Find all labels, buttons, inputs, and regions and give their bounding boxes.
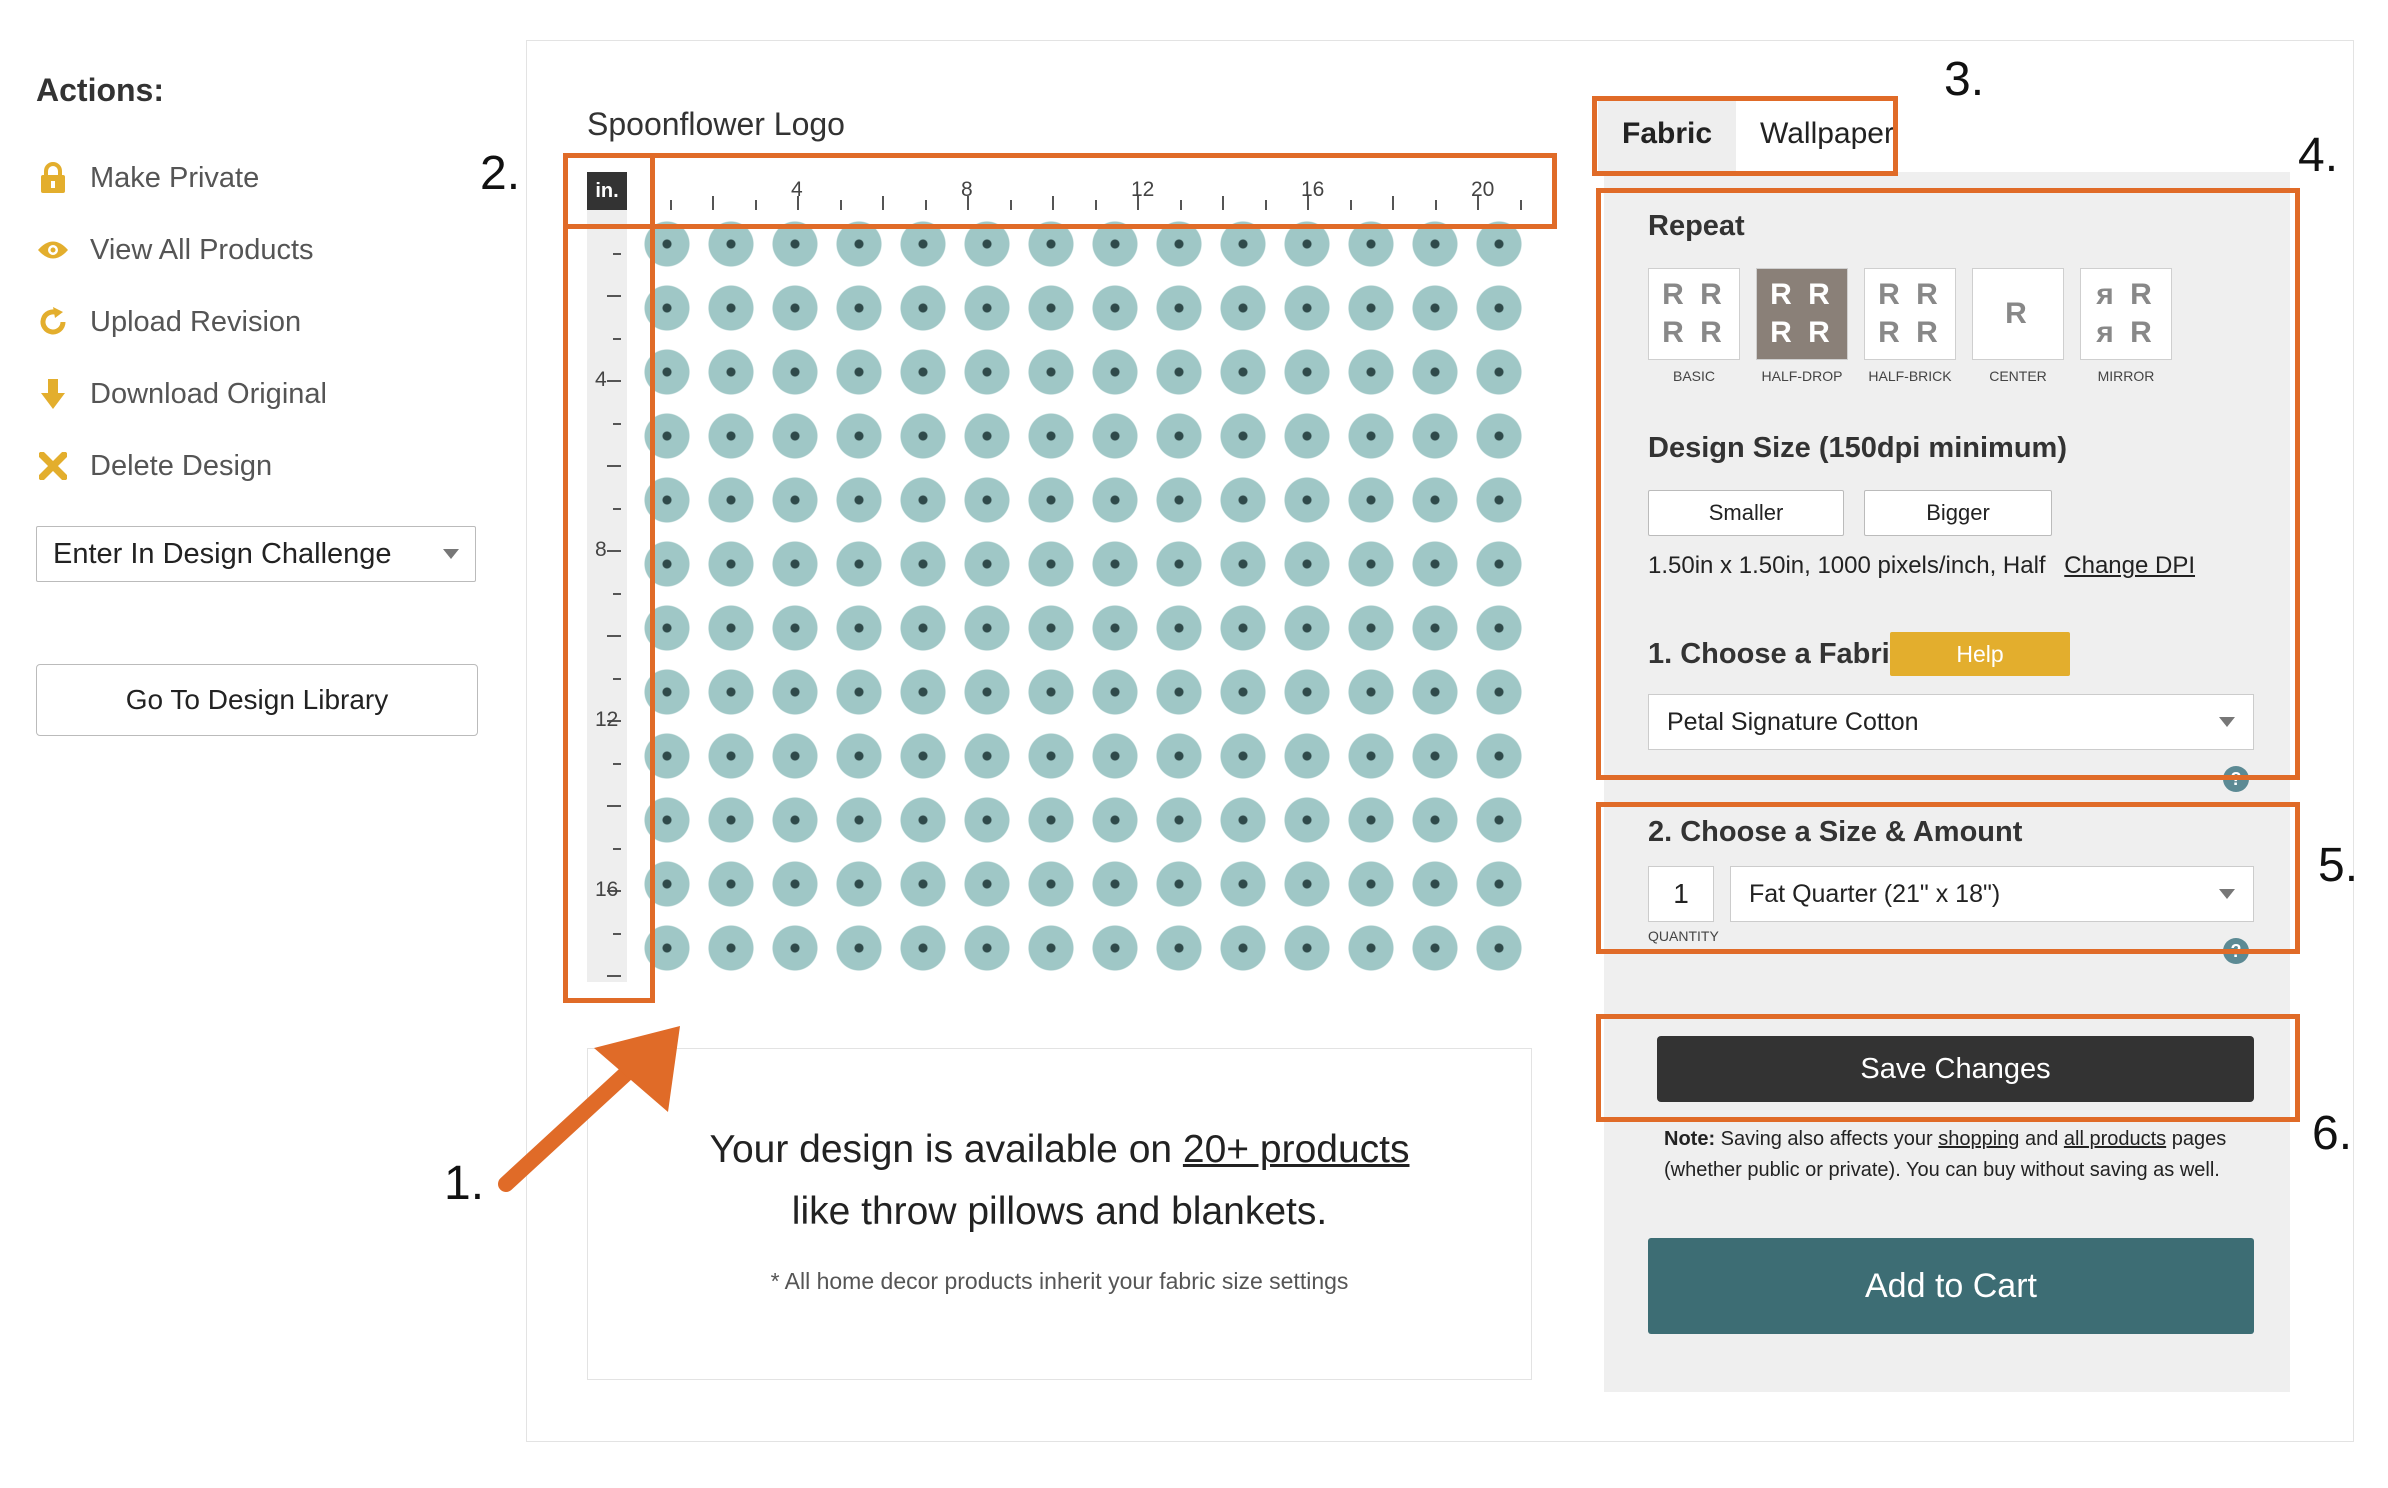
highlight-box-vertical-ruler xyxy=(563,153,655,1003)
delete-design-action[interactable]: Delete Design xyxy=(36,444,272,488)
make-private-label: Make Private xyxy=(90,161,260,194)
promo-line-2: like throw pillows and blankets. xyxy=(791,1190,1328,1233)
annotation-number-5: 5. xyxy=(2318,839,2359,892)
design-title: Spoonflower Logo xyxy=(587,106,845,142)
shopping-link[interactable]: shopping xyxy=(1938,1128,2019,1150)
save-note: Note: Saving also affects your shopping … xyxy=(1664,1124,2284,1186)
eye-icon xyxy=(36,233,70,267)
products-link[interactable]: 20+ products xyxy=(1183,1128,1410,1171)
annotation-number-3: 3. xyxy=(1944,53,1985,106)
annotation-number-6: 6. xyxy=(2312,1107,2353,1160)
chevron-down-icon xyxy=(443,549,459,559)
refresh-icon xyxy=(36,305,70,339)
design-preview xyxy=(627,210,1527,982)
all-products-link[interactable]: all products xyxy=(2064,1128,2166,1150)
view-all-products-action[interactable]: View All Products xyxy=(36,228,314,272)
design-challenge-select[interactable]: Enter In Design Challenge xyxy=(36,526,476,582)
highlight-box-horizontal-ruler xyxy=(563,153,1557,229)
delete-design-label: Delete Design xyxy=(90,449,273,482)
annotation-number-1: 1. xyxy=(444,1157,485,1210)
promo-line-1: Your design is available on 20+ products xyxy=(587,1128,1532,1172)
download-original-label: Download Original xyxy=(90,377,327,410)
note-text-1: Saving also affects your xyxy=(1715,1128,1939,1150)
promo-prefix: Your design is available on xyxy=(709,1128,1183,1171)
actions-title: Actions: xyxy=(36,72,164,108)
download-original-action[interactable]: Download Original xyxy=(36,372,327,416)
annotation-number-4: 4. xyxy=(2298,129,2339,182)
highlight-box-tabs xyxy=(1592,96,1898,176)
promo-note: * All home decor products inherit your f… xyxy=(770,1268,1349,1294)
design-challenge-value: Enter In Design Challenge xyxy=(53,537,392,570)
annotation-arrow-icon xyxy=(498,1026,680,1192)
highlight-box-save xyxy=(1596,1014,2300,1122)
download-arrow-icon xyxy=(36,377,70,411)
annotation-number-2: 2. xyxy=(480,147,521,200)
highlight-box-config xyxy=(1596,188,2300,780)
lock-icon xyxy=(36,161,70,195)
go-to-design-library-button[interactable]: Go To Design Library xyxy=(36,664,478,736)
add-to-cart-button[interactable]: Add to Cart xyxy=(1648,1238,2254,1334)
view-all-products-label: View All Products xyxy=(90,233,314,266)
upload-revision-action[interactable]: Upload Revision xyxy=(36,300,301,344)
highlight-box-size-amount xyxy=(1596,802,2300,954)
note-text-2: and xyxy=(2019,1128,2064,1150)
x-icon xyxy=(36,449,70,483)
upload-revision-label: Upload Revision xyxy=(90,305,302,338)
make-private-action[interactable]: Make Private xyxy=(36,156,259,200)
note-bold: Note: xyxy=(1664,1128,1716,1150)
